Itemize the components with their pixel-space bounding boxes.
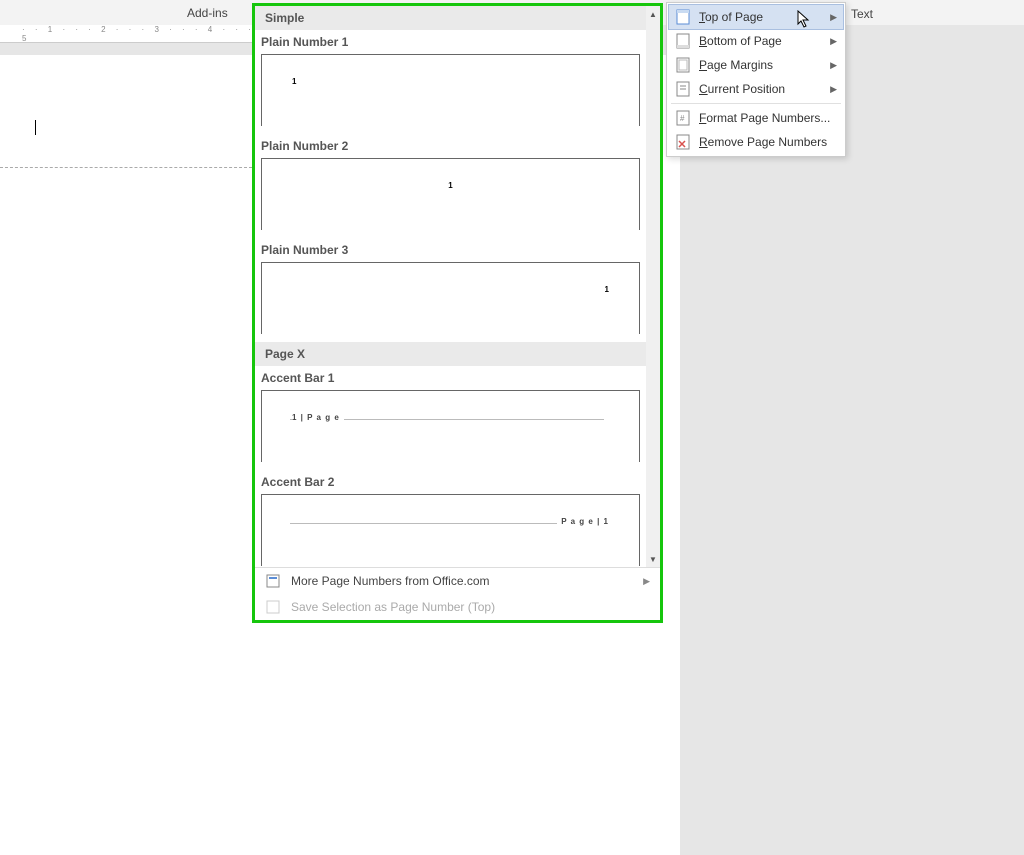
menu-label: Top of Page [699, 10, 763, 24]
preview-number: 1 [605, 285, 609, 294]
gallery-item-label: Accent Bar 1 [261, 368, 640, 390]
menu-label: Page Margins [699, 58, 773, 72]
menu-bottom-of-page[interactable]: Bottom of Page ▶ [669, 29, 843, 53]
preview-number: 1 [292, 77, 296, 86]
menu-remove-page-numbers[interactable]: Remove Page Numbers [669, 130, 843, 154]
horizontal-ruler[interactable]: · · 1 · · · 2 · · · 3 · · · 4 · · · 5 [0, 25, 257, 43]
menu-format-page-numbers[interactable]: # Format Page Numbers... [669, 106, 843, 130]
chevron-right-icon: ▶ [830, 12, 837, 23]
gallery-item-label: Plain Number 3 [261, 240, 640, 262]
gallery-scrollbar[interactable]: ▲ ▼ [646, 6, 660, 567]
gallery-item-label: Accent Bar 2 [261, 472, 640, 494]
preview-box: 1 | P a g e [261, 390, 640, 462]
chevron-right-icon: ▶ [830, 36, 837, 47]
menu-label: Remove Page Numbers [699, 135, 827, 149]
gallery-group-simple: Simple [255, 6, 646, 30]
gallery-item-plain-number-1[interactable]: Plain Number 1 1 [255, 30, 646, 134]
save-selection-as-page-number: Save Selection as Page Number (Top) [255, 594, 660, 620]
more-page-numbers[interactable]: More Page Numbers from Office.com ▶ [255, 568, 660, 594]
page-break-indicator [0, 167, 252, 168]
office-icon [265, 573, 281, 589]
footer-label: Save Selection as Page Number (Top) [291, 600, 495, 614]
format-icon: # [675, 110, 691, 126]
gallery-item-accent-bar-2[interactable]: Accent Bar 2 P a g e | 1 [255, 470, 646, 567]
preview-box: 1 [261, 54, 640, 126]
scroll-down-icon[interactable]: ▼ [647, 553, 659, 565]
save-icon [265, 599, 281, 615]
preview-box: 1 [261, 158, 640, 230]
gallery-scroll-area: Simple Plain Number 1 1 Plain Number 2 1… [255, 6, 660, 567]
text-group-label: Text [851, 7, 873, 21]
current-position-icon [675, 81, 691, 97]
page-number-submenu: Top of Page ▶ Bottom of Page ▶ Page Marg… [666, 2, 846, 157]
chevron-right-icon: ▶ [643, 576, 650, 587]
footer-label: More Page Numbers from Office.com [291, 574, 490, 588]
page-top-icon [675, 9, 691, 25]
page-bottom-icon [675, 33, 691, 49]
remove-icon [675, 134, 691, 150]
menu-current-position[interactable]: Current Position ▶ [669, 77, 843, 101]
ribbon-addins-label[interactable]: Add-ins [187, 6, 228, 20]
preview-box: P a g e | 1 [261, 494, 640, 566]
preview-text: P a g e | 1 [557, 517, 609, 526]
preview-number: 1 [448, 181, 452, 190]
gallery-group-pagex: Page X [255, 342, 646, 366]
chevron-right-icon: ▶ [830, 84, 837, 95]
chevron-right-icon: ▶ [830, 60, 837, 71]
menu-page-margins[interactable]: Page Margins ▶ [669, 53, 843, 77]
gallery-item-plain-number-2[interactable]: Plain Number 2 1 [255, 134, 646, 238]
gallery-item-accent-bar-1[interactable]: Accent Bar 1 1 | P a g e [255, 366, 646, 470]
preview-box: 1 [261, 262, 640, 334]
menu-label: Format Page Numbers... [699, 111, 830, 125]
gallery-item-label: Plain Number 1 [261, 32, 640, 54]
menu-label: Bottom of Page [699, 34, 782, 48]
page-number-gallery: Simple Plain Number 1 1 Plain Number 2 1… [252, 3, 663, 623]
svg-text:#: # [680, 114, 685, 123]
gallery-footer: More Page Numbers from Office.com ▶ Save… [255, 567, 660, 620]
text-caret [35, 120, 36, 135]
menu-label: Current Position [699, 82, 785, 96]
menu-separator [671, 103, 841, 104]
gallery-item-plain-number-3[interactable]: Plain Number 3 1 [255, 238, 646, 342]
page-margins-icon [675, 57, 691, 73]
preview-text: 1 | P a g e [292, 413, 344, 422]
menu-top-of-page[interactable]: Top of Page ▶ [669, 5, 843, 29]
scroll-up-icon[interactable]: ▲ [647, 8, 659, 20]
ruler-marks: · · 1 · · · 2 · · · 3 · · · 4 · · · 5 [22, 25, 257, 43]
gallery-item-label: Plain Number 2 [261, 136, 640, 158]
